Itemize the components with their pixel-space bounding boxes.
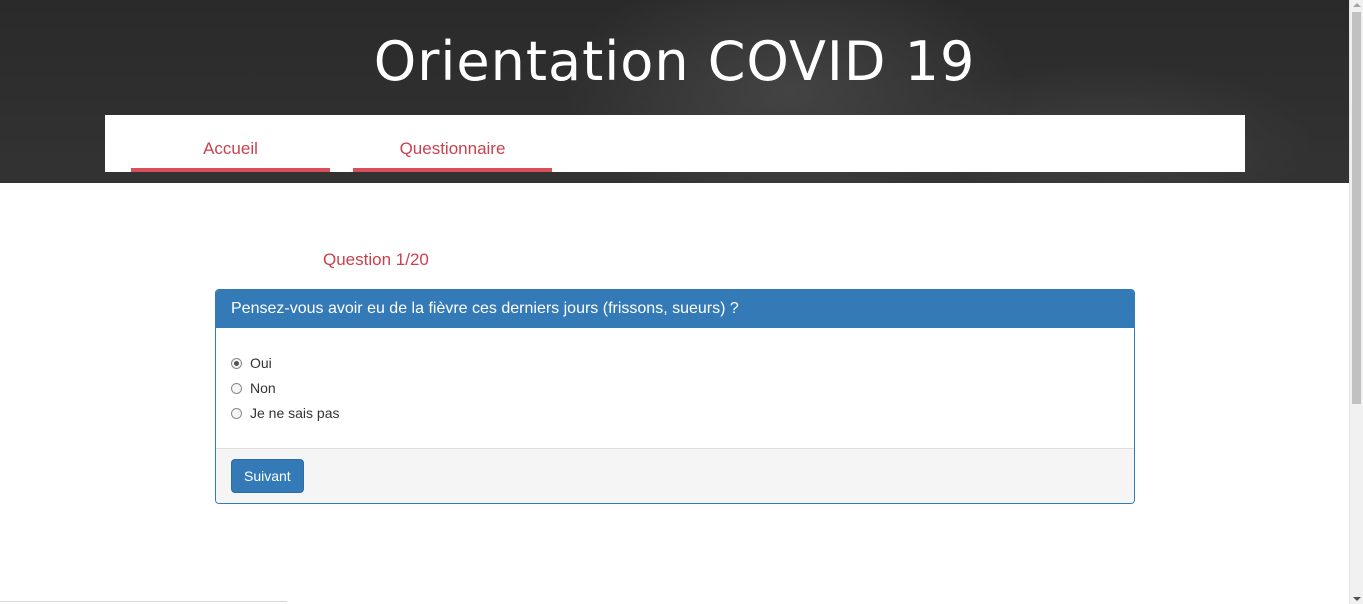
scrollbar-thumb[interactable] (1352, 12, 1361, 404)
option-non[interactable]: Non (231, 378, 276, 398)
question-counter: Question 1/20 (323, 250, 429, 269)
option-je-ne-sais-pas[interactable]: Je ne sais pas (231, 403, 340, 423)
page: Orientation COVID 19 Accueil Questionnai… (0, 0, 1363, 604)
panel-footer: Suivant (216, 448, 1134, 503)
nav-item-questionnaire[interactable]: Questionnaire (353, 115, 552, 172)
scroll-up-arrow-icon[interactable] (1353, 3, 1361, 7)
option-oui[interactable]: Oui (231, 353, 272, 373)
nav-item-accueil[interactable]: Accueil (131, 115, 330, 172)
option-label: Je ne sais pas (250, 405, 340, 421)
option-label: Non (250, 380, 276, 396)
radio-non[interactable] (231, 382, 242, 394)
radio-oui[interactable] (231, 357, 242, 369)
main-nav: Accueil Questionnaire (105, 115, 1245, 172)
question-text: Pensez-vous avoir eu de la fièvre ces de… (216, 290, 1134, 328)
divider (0, 601, 287, 602)
vertical-scrollbar[interactable] (1349, 0, 1363, 604)
scroll-down-arrow-icon[interactable] (1353, 597, 1361, 601)
header-banner: Orientation COVID 19 Accueil Questionnai… (0, 0, 1349, 183)
question-panel: Pensez-vous avoir eu de la fièvre ces de… (215, 289, 1135, 504)
site-title: Orientation COVID 19 (373, 30, 976, 93)
radio-je-ne-sais-pas[interactable] (231, 407, 242, 419)
answer-options: Oui Non Je ne sais pas (216, 328, 1134, 448)
next-button[interactable]: Suivant (231, 459, 304, 493)
option-label: Oui (250, 355, 272, 371)
